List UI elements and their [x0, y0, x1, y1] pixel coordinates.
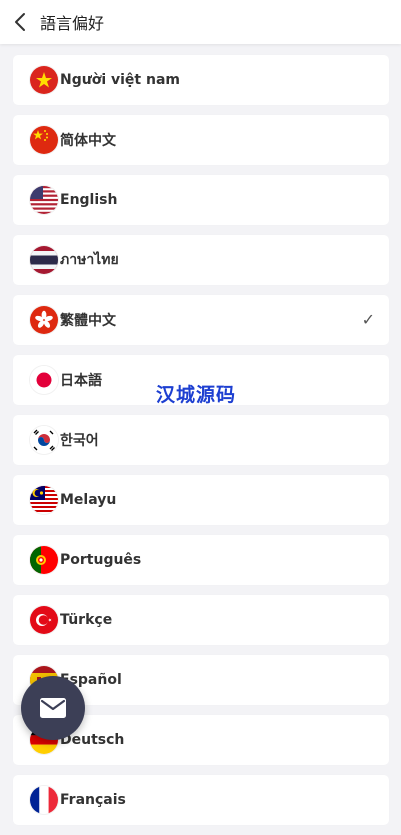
watermark-text: 汉城源码 [156, 384, 237, 406]
malaysia-flag-icon [30, 486, 58, 514]
mail-icon [40, 698, 66, 718]
mail-button[interactable] [21, 676, 85, 740]
language-item-traditional-chinese[interactable]: 繁體中文 ✓ [13, 295, 389, 345]
language-item-portuguese[interactable]: Português [13, 535, 389, 585]
china-flag-icon [30, 126, 58, 154]
language-item-vietnamese[interactable]: Người việt nam [13, 55, 389, 105]
language-label: Français [60, 792, 126, 808]
language-item-malay[interactable]: Melayu [13, 475, 389, 525]
korea-flag-icon [30, 426, 58, 454]
language-item-french[interactable]: Français [13, 775, 389, 825]
hongkong-flag-icon [30, 306, 58, 334]
language-label: 日本語 [60, 373, 102, 389]
language-label: 繁體中文 [60, 313, 116, 329]
language-label: Português [60, 552, 142, 568]
turkey-flag-icon [30, 606, 58, 634]
app-header: 語言偏好 [0, 0, 401, 44]
language-label: 简体中文 [60, 133, 116, 149]
language-item-thai[interactable]: ภาษาไทย [13, 235, 389, 285]
language-label: Türkçe [60, 612, 113, 628]
language-item-simplified-chinese[interactable]: 简体中文 [13, 115, 389, 165]
language-item-english[interactable]: English [13, 175, 389, 225]
language-label: ภาษาไทย [60, 252, 119, 268]
language-label: Melayu [60, 492, 117, 508]
selected-check-icon: ✓ [361, 312, 375, 329]
page-title: 語言偏好 [40, 14, 105, 33]
language-item-turkish[interactable]: Türkçe [13, 595, 389, 645]
japan-flag-icon [30, 366, 58, 394]
language-label: Người việt nam [60, 72, 180, 88]
chevron-left-icon [15, 13, 25, 31]
language-item-korean[interactable]: 한국어 [13, 415, 389, 465]
language-label: English [60, 192, 118, 208]
usa-flag-icon [30, 186, 58, 214]
back-button[interactable] [0, 0, 40, 44]
france-flag-icon [30, 786, 58, 814]
vietnam-flag-icon [30, 66, 58, 94]
portugal-flag-icon [30, 546, 58, 574]
thailand-flag-icon [30, 246, 58, 274]
language-label: 한국어 [60, 433, 99, 449]
